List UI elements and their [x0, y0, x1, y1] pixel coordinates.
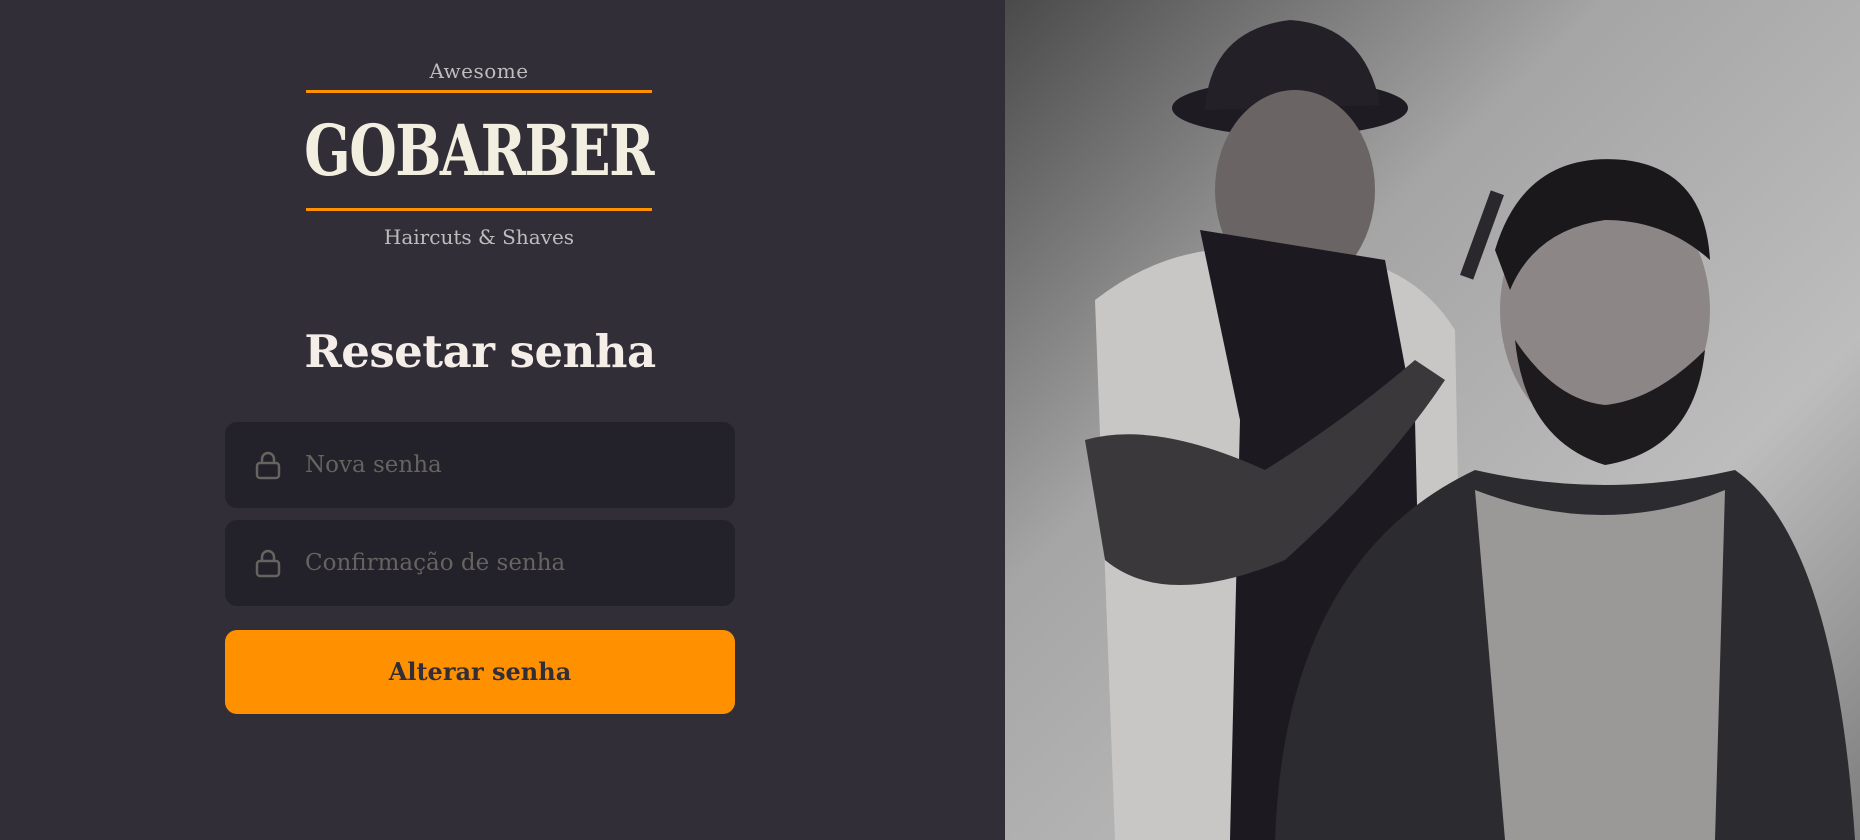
confirm-password-field[interactable]: [225, 520, 735, 606]
gobarber-logo: Awesome GOBARBER Haircuts & Shaves: [304, 52, 655, 257]
logo-rule-bottom: [306, 208, 652, 211]
logo-brand-row: GOBARBER: [304, 93, 655, 208]
new-password-input[interactable]: [305, 452, 705, 478]
logo-brand-name: GOBARBER: [304, 109, 655, 192]
logo-sub-text: Haircuts & Shaves: [383, 225, 575, 249]
barber-photo: [1005, 0, 1860, 840]
logo-top-text: Awesome: [429, 59, 529, 83]
lock-icon: [253, 450, 283, 480]
page-title: Resetar senha: [304, 325, 656, 378]
new-password-field[interactable]: [225, 422, 735, 508]
form-panel: Awesome GOBARBER Haircuts & Shaves Reset…: [0, 0, 1005, 840]
barber-photo-illustration: [1005, 0, 1860, 840]
confirm-password-input[interactable]: [305, 550, 705, 576]
lock-icon: [253, 548, 283, 578]
change-password-button[interactable]: Alterar senha: [225, 630, 735, 714]
